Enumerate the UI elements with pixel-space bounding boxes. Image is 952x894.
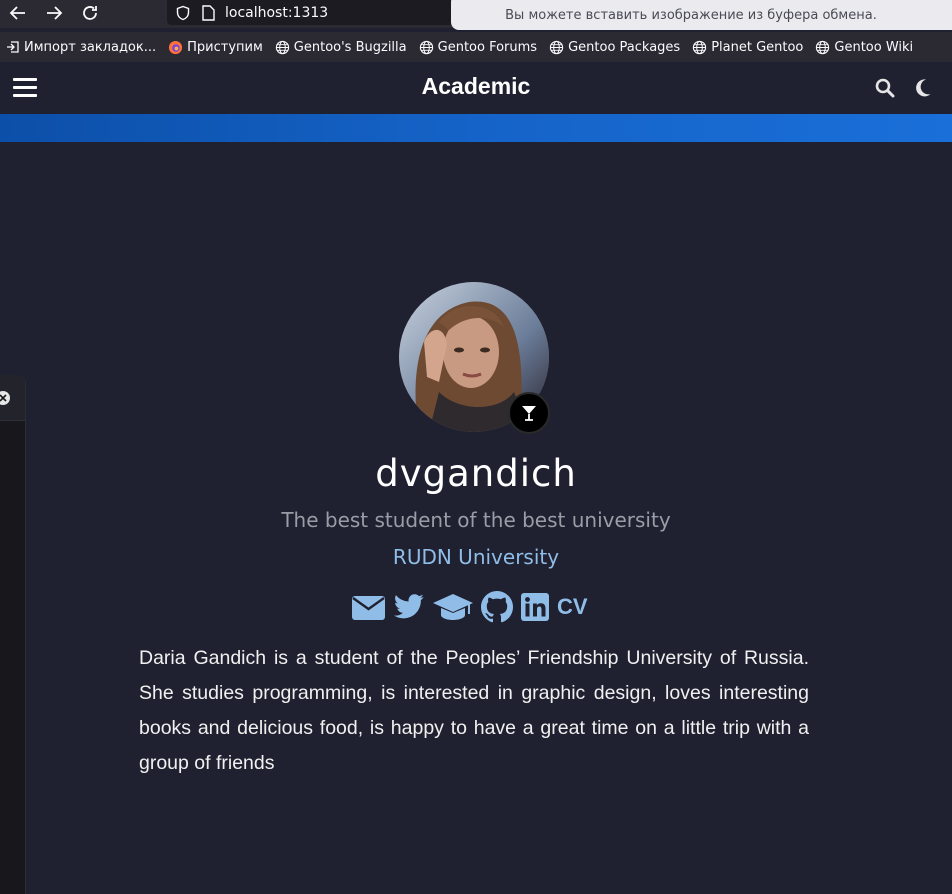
- bookmark-label: Gentoo Packages: [568, 39, 681, 55]
- reload-button[interactable]: [78, 2, 102, 24]
- avatar-container: [399, 282, 550, 434]
- cocktail-icon: [522, 406, 536, 421]
- bookmark-label: Gentoo Forums: [437, 39, 538, 55]
- moon-icon: [916, 79, 931, 97]
- bookmark-label: Импорт закладок...: [24, 39, 157, 55]
- bookmark-import[interactable]: Импорт закладок...: [6, 40, 156, 55]
- twitter-link[interactable]: [393, 593, 425, 621]
- bookmark-gentoo-packages[interactable]: Gentoo Packages: [549, 40, 680, 55]
- bookmark-gentoo-bugzilla[interactable]: Gentoo's Bugzilla: [275, 40, 407, 55]
- profile-organization[interactable]: RUDN University: [0, 545, 952, 569]
- profile-role: The best student of the best university: [281, 508, 671, 532]
- linkedin-link[interactable]: [521, 593, 549, 621]
- theme-toggle-button[interactable]: [914, 78, 934, 98]
- arrow-left-icon: [9, 6, 25, 20]
- globe-icon: [549, 40, 564, 54]
- url-text: localhost:1313: [225, 4, 329, 21]
- bookmark-gentoo-forums[interactable]: Gentoo Forums: [419, 40, 537, 55]
- bookmark-planet-gentoo[interactable]: Planet Gentoo: [692, 40, 803, 55]
- clipboard-notification: Вы можете вставить изображение из буфера…: [451, 0, 952, 30]
- github-icon: [481, 591, 513, 623]
- bookmark-gentoo-wiki[interactable]: Gentoo Wiki: [815, 40, 913, 55]
- linkedin-icon: [521, 593, 549, 621]
- bookmark-label: Gentoo's Bugzilla: [293, 39, 407, 55]
- firefox-icon: [169, 40, 183, 54]
- clipboard-notice-text: Вы можете вставить изображение из буфера…: [505, 7, 877, 23]
- twitter-icon: [393, 594, 424, 619]
- profile-bio: Daria Gandich is a student of the People…: [139, 647, 809, 774]
- search-button[interactable]: [875, 78, 895, 98]
- github-link[interactable]: [481, 591, 513, 623]
- page-icon: [202, 4, 215, 21]
- bookmarks-bar: Импорт закладок... Приступим Gentoo's Bu…: [0, 32, 952, 62]
- arrow-right-icon: [47, 6, 63, 20]
- globe-icon: [816, 40, 830, 54]
- address-bar[interactable]: localhost:1313: [167, 0, 467, 25]
- globe-icon: [275, 40, 289, 54]
- site-title[interactable]: Academic: [0, 73, 952, 100]
- import-icon: [7, 41, 19, 53]
- avatar-badge: [508, 392, 550, 434]
- hero-band: [0, 114, 952, 142]
- cv-link[interactable]: CV: [557, 594, 588, 620]
- scholar-link[interactable]: [433, 592, 473, 622]
- social-links: CV: [352, 590, 588, 624]
- profile-name: dvgandich: [375, 452, 577, 495]
- bookmark-label: Planet Gentoo: [711, 39, 804, 55]
- bookmark-label: Приступим: [187, 39, 263, 55]
- email-link[interactable]: [352, 594, 385, 620]
- envelope-icon: [352, 596, 385, 620]
- globe-icon: [419, 40, 433, 54]
- search-icon: [875, 78, 895, 98]
- back-button[interactable]: [6, 2, 30, 24]
- close-icon: [0, 394, 7, 402]
- shield-icon: [176, 5, 190, 20]
- reload-icon: [83, 6, 97, 20]
- site-navbar: Academic: [0, 62, 952, 114]
- forward-button[interactable]: [42, 2, 66, 24]
- bookmark-label: Gentoo Wiki: [834, 39, 914, 55]
- bookmark-getting-started[interactable]: Приступим: [168, 40, 263, 55]
- globe-icon: [693, 40, 707, 54]
- browser-toolbar: localhost:1313 Вы можете вставить изобра…: [0, 0, 952, 30]
- graduation-cap-icon: [433, 594, 473, 620]
